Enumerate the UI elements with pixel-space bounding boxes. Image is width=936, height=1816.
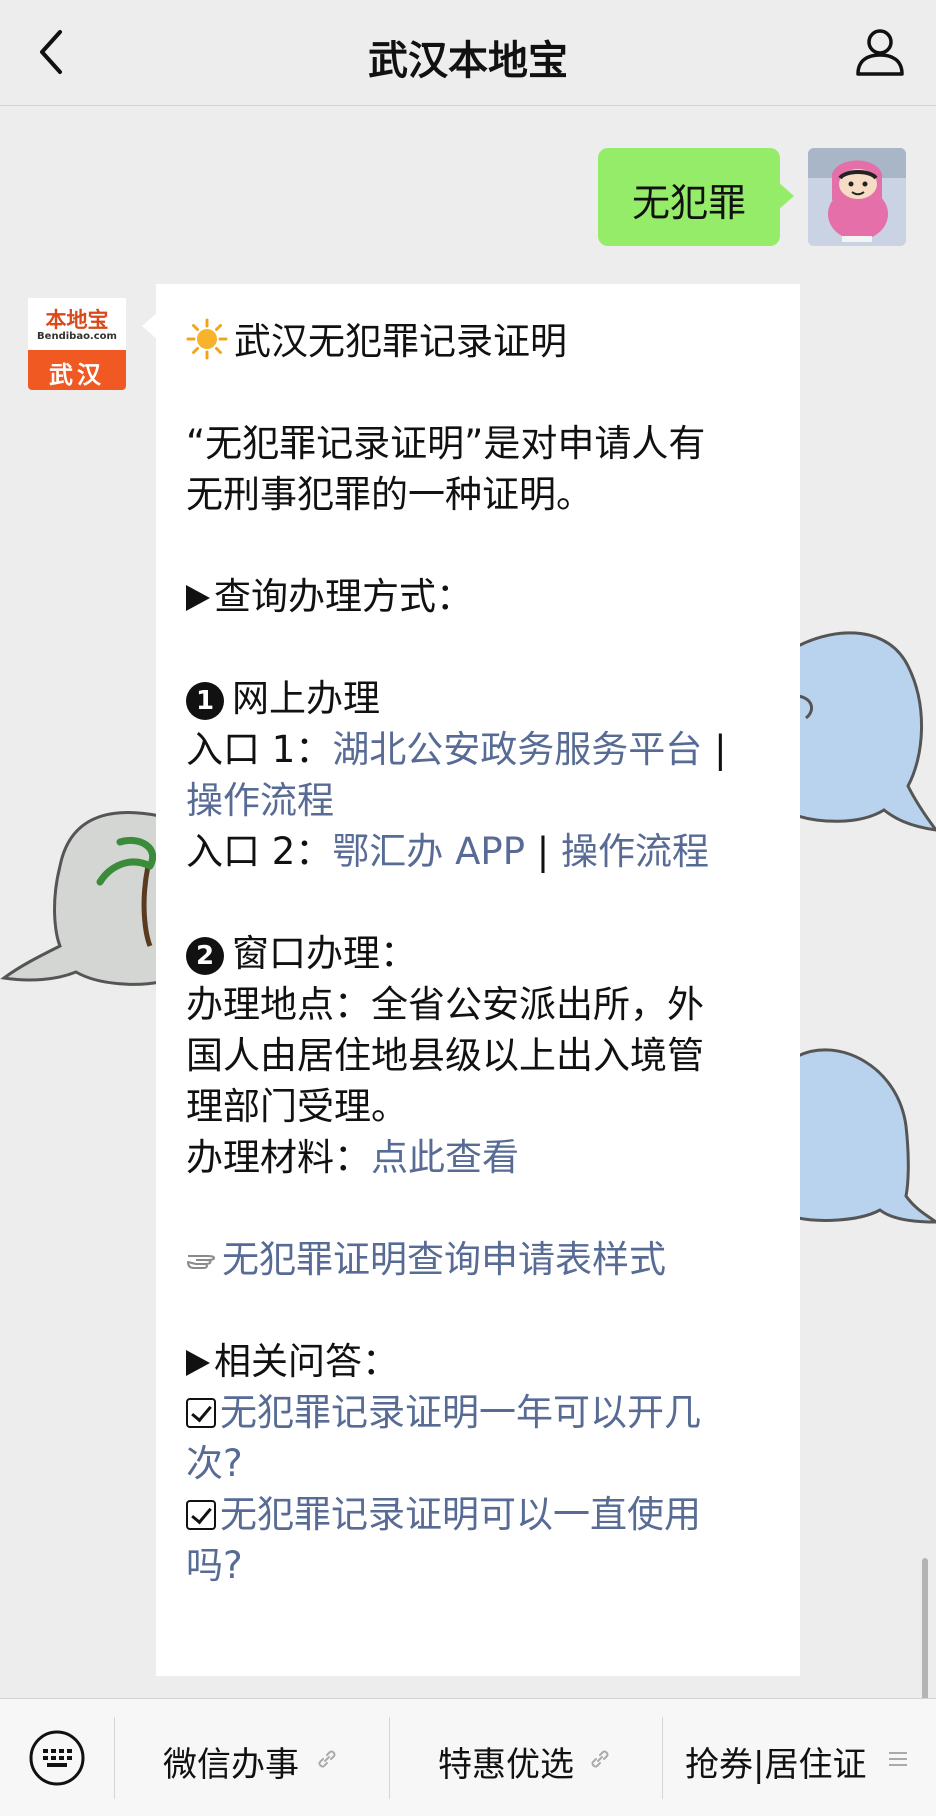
hubei-police-platform-link[interactable]: 湖北公安政务服务平台 [332,728,702,771]
checkbox-icon [186,1500,216,1530]
window-heading: 2 窗口办理： [186,928,786,979]
menu-item-label: 微信办事 [163,1745,299,1785]
scrollbar[interactable] [922,1558,928,1698]
message-title: 武汉无犯罪记录证明 [234,320,567,363]
intro-text: “无犯罪记录证明”是对申请人有 [186,422,706,465]
decorative-bubble-image [798,631,936,832]
intro-text: 无刑事犯罪的一种证明。 [186,473,593,516]
entry2-line: 入口 2：鄂汇办 APP | 操作流程 [186,830,710,873]
operation-flow-link[interactable]: 操作流程 [186,779,334,822]
person-icon[interactable] [852,24,908,80]
sun-icon [186,318,228,360]
pointing-hand-icon [187,1255,215,1269]
decorative-bubble-image [798,1048,936,1224]
number-badge: 1 [186,682,224,720]
avatar-brand-text: 本地宝 [45,308,109,332]
chat-title: 武汉本地宝 [368,38,568,84]
triangle-bullet-icon [186,1350,210,1376]
link-icon [591,1750,609,1768]
checkbox-icon [186,1398,216,1428]
operation-flow-link[interactable]: 操作流程 [561,830,709,873]
bot-avatar[interactable]: 本地宝 Bendibao.com 武汉 [28,298,126,396]
user-message-bubble[interactable]: 无犯罪 [598,148,794,246]
menu-item-coupons-residence[interactable]: 抢券|居住证 [663,1699,936,1816]
faq-item-continued: 次? [186,1438,786,1489]
bot-message-content: 武汉无犯罪记录证明 “无犯罪记录证明”是对申请人有 无刑事犯罪的一种证明。 查询… [186,316,786,1591]
location-text: 理部门受理。 [186,1085,408,1128]
section-heading-faq: 相关问答： [186,1336,786,1387]
menu-item-label: 特惠优选 [438,1745,574,1785]
number-badge: 2 [186,937,224,975]
triangle-bullet-icon [186,585,210,611]
user-message-text: 无犯罪 [631,181,746,225]
link-icon [318,1750,336,1768]
faq-item: 无犯罪记录证明可以一直使用 [186,1489,786,1540]
menu-item-special-offers[interactable]: 特惠优选 [390,1699,662,1816]
bottom-menu-bar: 微信办事 特惠优选 抢券|居住证 [0,1698,936,1816]
avatar-city-area: 武汉 [28,350,126,390]
ehuiban-app-link[interactable]: 鄂汇办 APP [332,830,525,873]
bot-message-bubble[interactable]: 武汉无犯罪记录证明 “无犯罪记录证明”是对申请人有 无刑事犯罪的一种证明。 查询… [142,284,800,1676]
faq-link[interactable]: 无犯罪记录证明一年可以开几 [220,1391,701,1434]
navigation-bar: 武汉本地宝 [0,0,936,106]
menu-item-label: 抢券|居住证 [685,1745,867,1785]
decorative-bubble-image [0,811,160,986]
message-title-line: 武汉无犯罪记录证明 [186,316,786,367]
avatar-city-text: 武汉 [49,361,105,389]
section-heading-query: 查询办理方式： [186,571,786,622]
menu-icon [889,1752,907,1766]
view-materials-link[interactable]: 点此查看 [371,1136,519,1179]
entry1-flow-line: 操作流程 [186,775,786,826]
faq-link[interactable]: 次? [186,1442,243,1485]
faq-link[interactable]: 吗? [186,1544,243,1587]
faq-item: 无犯罪记录证明一年可以开几 [186,1387,786,1438]
location-text: 国人由居住地县级以上出入境管 [186,1034,704,1077]
application-form-sample-link[interactable]: 无犯罪证明查询申请表样式 [222,1238,666,1281]
user-avatar[interactable] [808,148,906,246]
faq-link[interactable]: 无犯罪记录证明可以一直使用 [220,1493,701,1536]
online-heading: 1 网上办理 [186,673,786,724]
material-line: 办理材料：点此查看 [186,1136,519,1179]
chat-area[interactable]: 无犯罪 本地宝 Bendibao.com 武汉 武汉无犯罪记录证明 “无犯罪记录… [0,106,936,1698]
form-sample-line: 无犯罪证明查询申请表样式 [186,1234,786,1285]
keyboard-icon[interactable] [28,1729,86,1787]
entry1-line: 入口 1：湖北公安政务服务平台 | [186,728,727,771]
location-text: 办理地点：全省公安派出所，外 [186,983,704,1026]
faq-item-continued: 吗? [186,1540,786,1591]
avatar-site-text: Bendibao.com [37,331,117,342]
menu-item-wechat-services[interactable]: 微信办事 [115,1699,389,1816]
avatar-brand-area: 本地宝 Bendibao.com [28,298,126,350]
